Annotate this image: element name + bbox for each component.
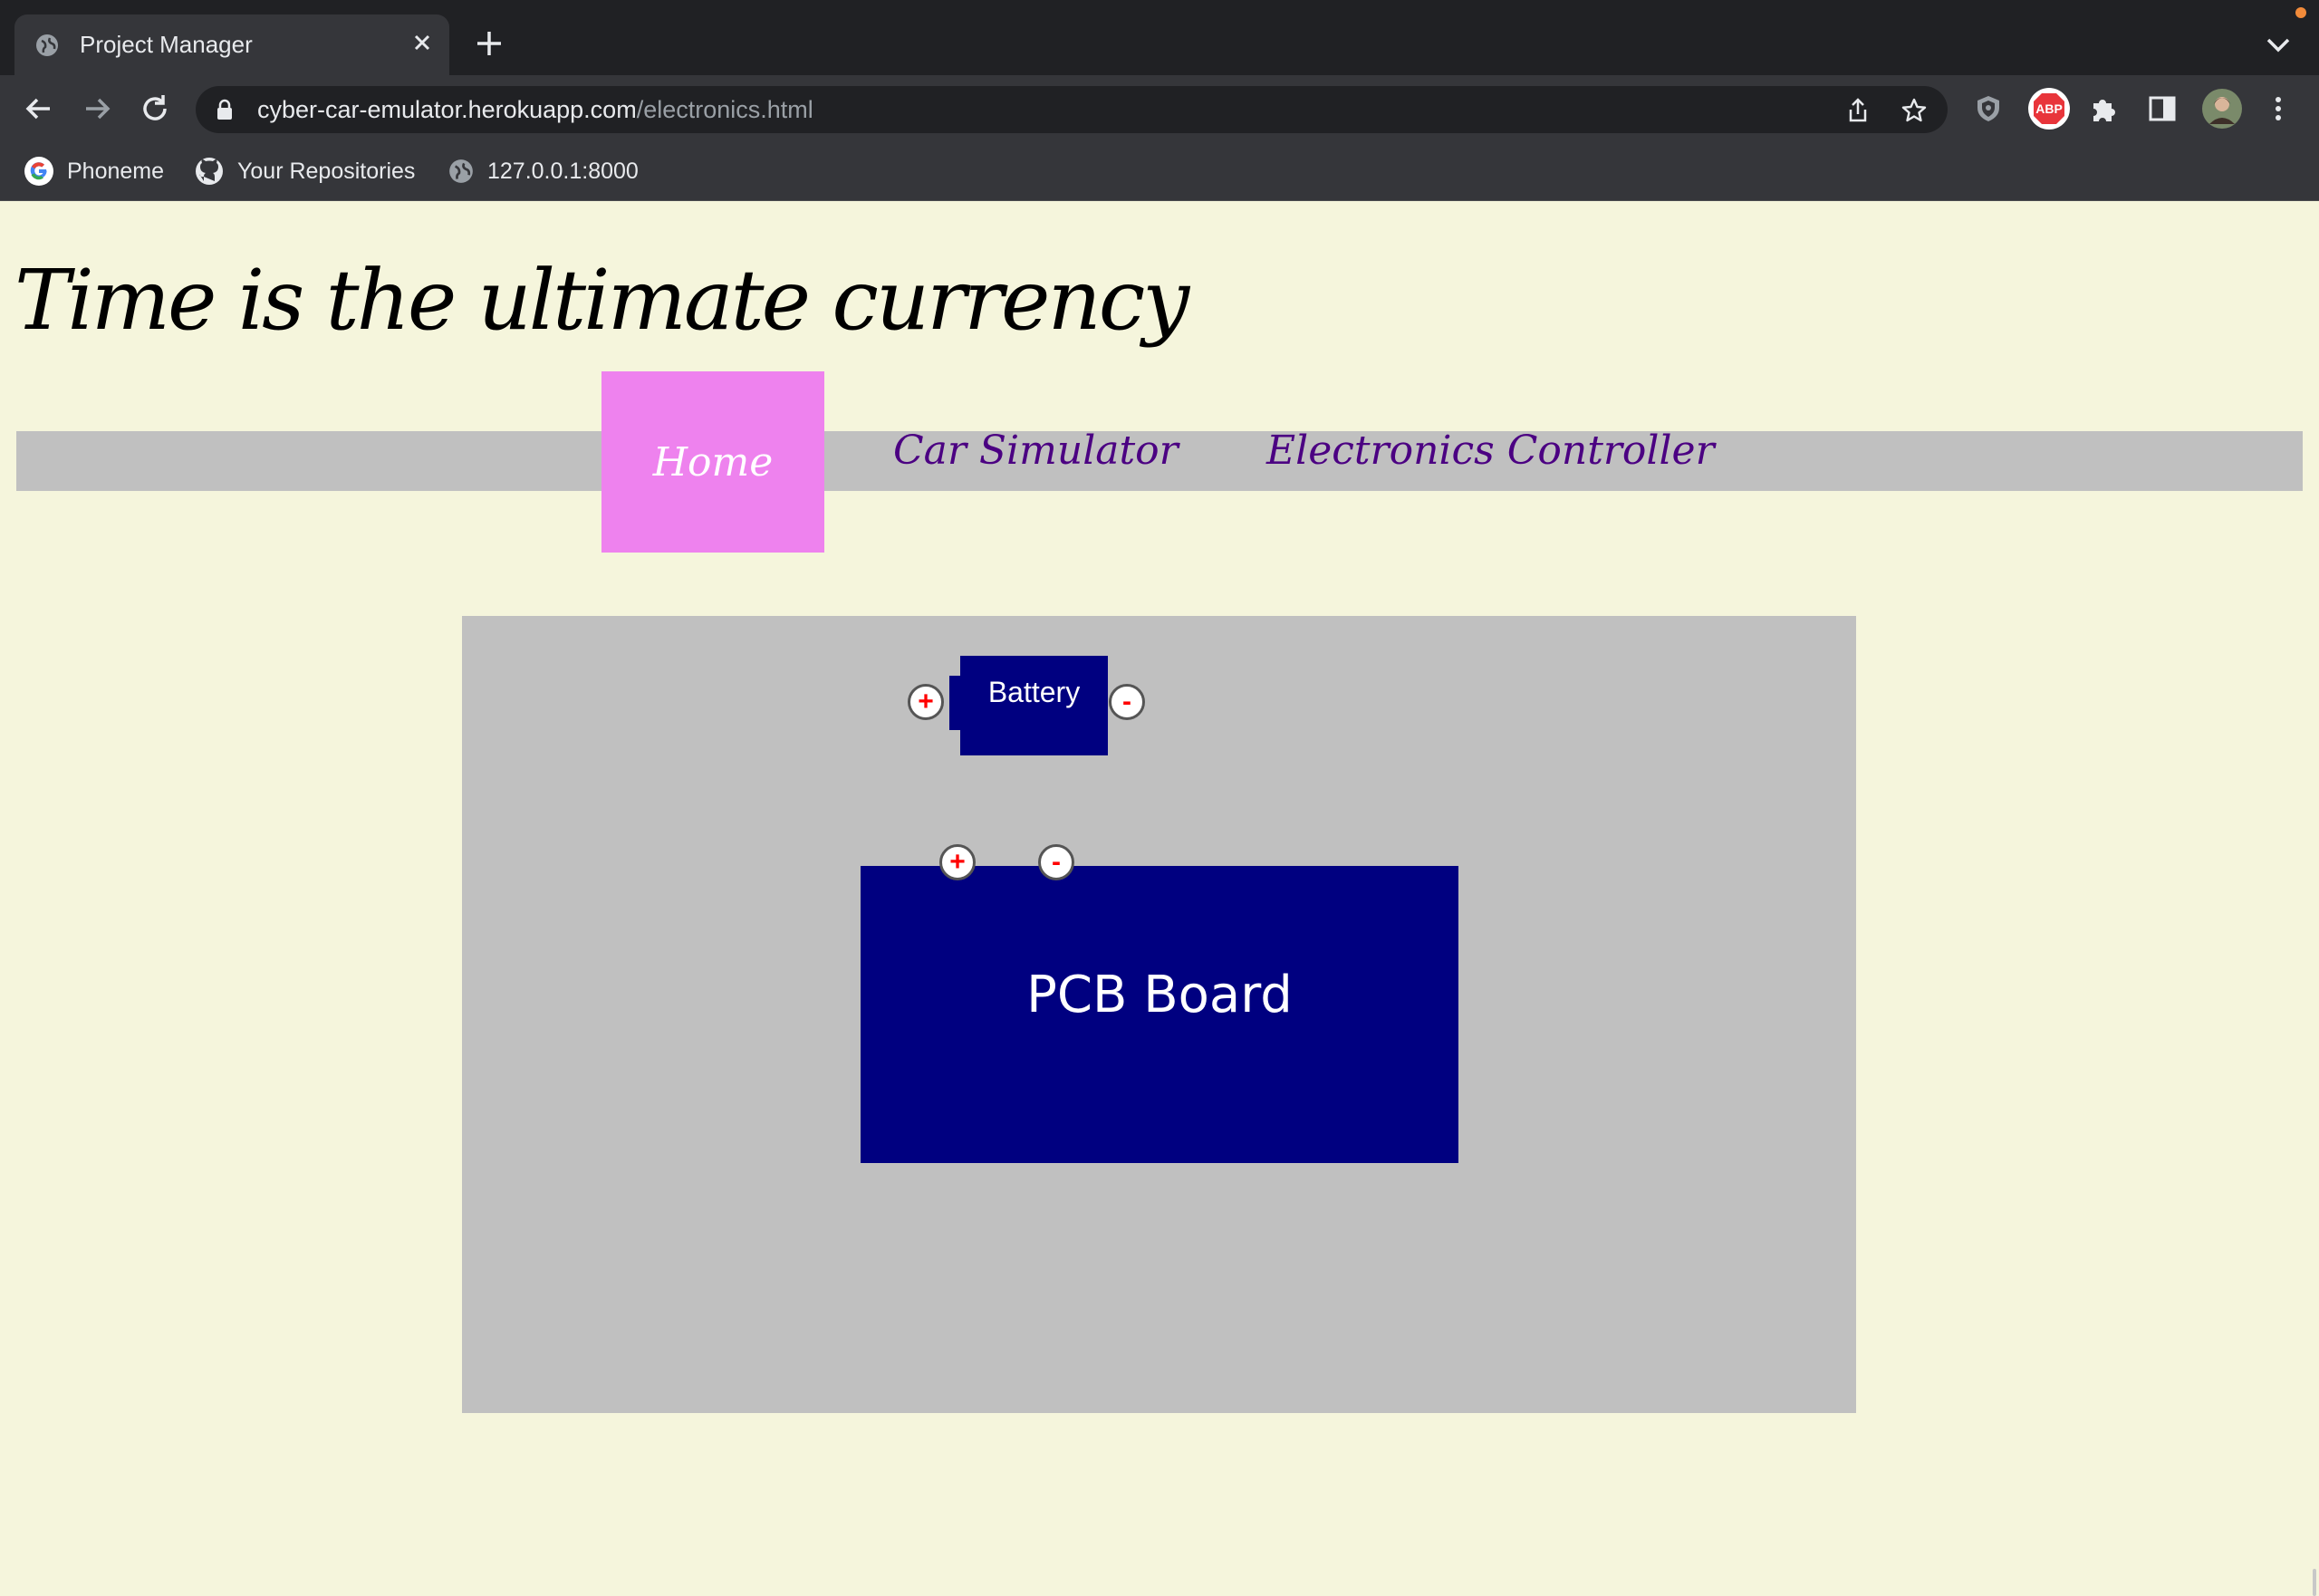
pcb-board-label: PCB Board <box>1026 966 1293 1024</box>
browser-tab[interactable]: Project Manager <box>14 14 449 75</box>
github-icon <box>196 158 223 185</box>
url-path: /electronics.html <box>636 96 813 123</box>
google-icon <box>24 157 53 186</box>
share-icon[interactable] <box>1844 97 1872 124</box>
pcb-negative-terminal[interactable]: - <box>1038 844 1074 880</box>
more-menu-icon[interactable] <box>2261 91 2295 126</box>
scrollbar[interactable] <box>2313 1569 2316 1596</box>
bookmark-label: 127.0.0.1:8000 <box>487 158 639 184</box>
battery-label: Battery <box>987 676 1081 708</box>
browser-toolbar: cyber-car-emulator.herokuapp.com/electro… <box>0 75 2319 140</box>
battery-positive-terminal[interactable]: + <box>908 684 944 720</box>
close-tab-icon[interactable] <box>408 28 437 57</box>
bookmarks-bar: Phoneme Your Repositories 127.0.0.1:8000 <box>0 140 2319 202</box>
pcb-positive-terminal[interactable]: + <box>939 844 976 880</box>
profile-avatar[interactable] <box>2201 88 2243 130</box>
abp-label: ABP <box>2035 101 2063 116</box>
nav-link-car-simulator[interactable]: Car Simulator <box>893 428 1179 474</box>
chevron-down-icon[interactable] <box>2263 33 2294 56</box>
reload-icon[interactable] <box>138 91 172 126</box>
puzzle-extensions-icon[interactable] <box>2087 91 2122 126</box>
notification-dot <box>2295 7 2306 18</box>
url-text[interactable]: cyber-car-emulator.herokuapp.com/electro… <box>257 96 813 124</box>
url-domain: cyber-car-emulator.herokuapp.com <box>257 96 637 123</box>
back-arrow-icon[interactable] <box>22 91 56 126</box>
side-panel-icon[interactable] <box>2145 91 2179 126</box>
new-tab-icon[interactable] <box>473 27 505 60</box>
shield-extension-icon[interactable] <box>1971 91 2006 126</box>
bookmark-label: Phoneme <box>67 158 165 184</box>
pcb-board-component[interactable]: PCB Board <box>861 866 1458 1163</box>
globe-icon <box>36 34 58 56</box>
globe-icon <box>449 159 473 183</box>
page-content: Time is the ultimate currency Home Car S… <box>0 201 2319 1596</box>
browser-tab-strip: Project Manager <box>0 0 2319 75</box>
lock-icon[interactable] <box>216 99 234 120</box>
bookmark-phoneme[interactable]: Phoneme <box>24 155 164 187</box>
nav-link-electronics-controller[interactable]: Electronics Controller <box>1266 428 1715 474</box>
adblock-plus-icon[interactable]: ABP <box>2027 87 2071 130</box>
battery-component[interactable]: Battery <box>960 656 1108 755</box>
nav-item-home[interactable]: Home <box>601 371 824 553</box>
battery-negative-terminal[interactable]: - <box>1109 684 1145 720</box>
bookmark-your-repositories[interactable]: Your Repositories <box>194 155 415 187</box>
nav-link-home[interactable]: Home <box>653 439 774 486</box>
address-bar[interactable]: cyber-car-emulator.herokuapp.com/electro… <box>196 86 1948 133</box>
page-title: Time is the ultimate currency <box>14 252 1189 349</box>
bookmark-localhost[interactable]: 127.0.0.1:8000 <box>447 155 639 187</box>
tab-title: Project Manager <box>80 31 253 58</box>
bookmark-label: Your Repositories <box>237 158 416 184</box>
forward-arrow-icon[interactable] <box>80 91 114 126</box>
star-bookmark-icon[interactable] <box>1900 97 1928 124</box>
electronics-workspace[interactable]: Battery + - PCB Board + - <box>462 616 1856 1413</box>
